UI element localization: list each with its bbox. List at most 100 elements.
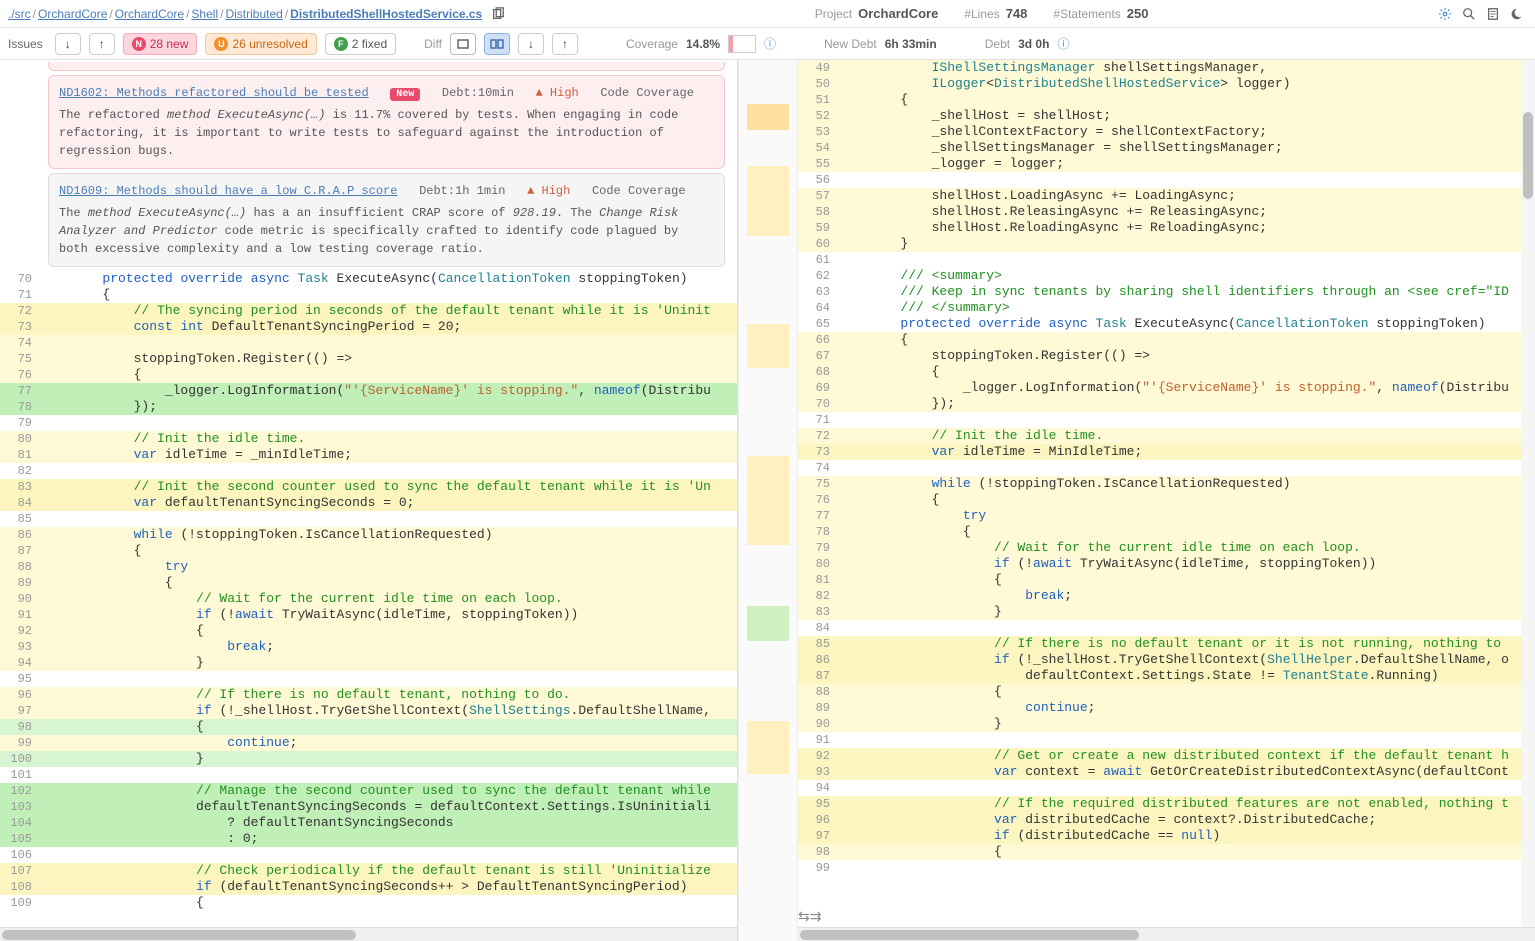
breadcrumb-part[interactable]: ./src <box>8 7 31 21</box>
code-line[interactable]: 93 var context = await GetOrCreateDistri… <box>798 764 1535 780</box>
code-line[interactable]: 89 { <box>0 575 737 591</box>
code-line[interactable]: 58 shellHost.ReleasingAsync += Releasing… <box>798 204 1535 220</box>
code-line[interactable]: 88 try <box>0 559 737 575</box>
code-line[interactable]: 86 while (!stoppingToken.IsCancellationR… <box>0 527 737 543</box>
code-line[interactable]: 94 } <box>0 655 737 671</box>
issues-down-button[interactable]: ↓ <box>55 33 81 55</box>
code-line[interactable]: 79 // Wait for the current idle time on … <box>798 540 1535 556</box>
code-line[interactable]: 85 // If there is no default tenant or i… <box>798 636 1535 652</box>
code-line[interactable]: 89 continue; <box>798 700 1535 716</box>
code-line[interactable]: 80 // Init the idle time. <box>0 431 737 447</box>
code-line[interactable]: 96 var distributedCache = context?.Distr… <box>798 812 1535 828</box>
code-line[interactable]: 84 <box>798 620 1535 636</box>
code-line[interactable]: 94 <box>798 780 1535 796</box>
right-horizontal-scrollbar[interactable] <box>798 927 1535 941</box>
breadcrumb-part[interactable]: OrchardCore <box>38 7 107 21</box>
code-line[interactable]: 59 shellHost.ReloadingAsync += Reloading… <box>798 220 1535 236</box>
code-line[interactable]: 106 <box>0 847 737 863</box>
issues-up-button[interactable]: ↑ <box>89 33 115 55</box>
settings-icon[interactable] <box>1435 4 1455 24</box>
right-vertical-scrollbar[interactable] <box>1521 60 1535 927</box>
code-line[interactable]: 81 { <box>798 572 1535 588</box>
breadcrumb-part[interactable]: OrchardCore <box>115 7 184 21</box>
code-line[interactable]: 78 { <box>798 524 1535 540</box>
code-line[interactable]: 63 /// Keep in sync tenants by sharing s… <box>798 284 1535 300</box>
code-line[interactable]: 109 { <box>0 895 737 911</box>
code-line[interactable]: 107 // Check periodically if the default… <box>0 863 737 879</box>
code-line[interactable]: 57 shellHost.LoadingAsync += LoadingAsyn… <box>798 188 1535 204</box>
code-line[interactable]: 55 _logger = logger; <box>798 156 1535 172</box>
code-line[interactable]: 50 ILogger<DistributedShellHostedService… <box>798 76 1535 92</box>
code-line[interactable]: 72 // Init the idle time. <box>798 428 1535 444</box>
code-line[interactable]: 95 <box>0 671 737 687</box>
code-line[interactable]: 84 var defaultTenantSyncingSeconds = 0; <box>0 495 737 511</box>
code-line[interactable]: 95 // If the required distributed featur… <box>798 796 1535 812</box>
code-line[interactable]: 71 { <box>0 287 737 303</box>
code-line[interactable]: 64 /// </summary> <box>798 300 1535 316</box>
issue-card[interactable]: ND1609: Methods should have a low C.R.A.… <box>48 173 725 267</box>
code-line[interactable]: 98 { <box>798 844 1535 860</box>
issue-card[interactable] <box>48 62 725 71</box>
code-line[interactable]: 100 } <box>0 751 737 767</box>
code-line[interactable]: 82 <box>0 463 737 479</box>
code-line[interactable]: 92 // Get or create a new distributed co… <box>798 748 1535 764</box>
code-line[interactable]: 101 <box>0 767 737 783</box>
code-line[interactable]: 66 { <box>798 332 1535 348</box>
code-line[interactable]: 52 _shellHost = shellHost; <box>798 108 1535 124</box>
code-line[interactable]: 83 } <box>798 604 1535 620</box>
code-line[interactable]: 71 <box>798 412 1535 428</box>
issue-title-link[interactable]: ND1602: Methods refactored should be tes… <box>59 86 369 100</box>
code-line[interactable]: 108 if (defaultTenantSyncingSeconds++ > … <box>0 879 737 895</box>
code-line[interactable]: 90 } <box>798 716 1535 732</box>
diff-down-button[interactable]: ↓ <box>518 33 544 55</box>
debt-info-icon[interactable]: ⓘ <box>1057 35 1069 52</box>
code-line[interactable]: 93 break; <box>0 639 737 655</box>
code-line[interactable]: 56 <box>798 172 1535 188</box>
code-line[interactable]: 61 <box>798 252 1535 268</box>
code-line[interactable]: 81 var idleTime = _minIdleTime; <box>0 447 737 463</box>
code-line[interactable]: 82 break; <box>798 588 1535 604</box>
code-line[interactable]: 88 { <box>798 684 1535 700</box>
code-line[interactable]: 92 { <box>0 623 737 639</box>
breadcrumb-current[interactable]: DistributedShellHostedService.cs <box>290 7 482 21</box>
code-line[interactable]: 76 { <box>798 492 1535 508</box>
code-line[interactable]: 75 while (!stoppingToken.IsCancellationR… <box>798 476 1535 492</box>
code-line[interactable]: 99 continue; <box>0 735 737 751</box>
right-code-area[interactable]: 49 IShellSettingsManager shellSettingsMa… <box>798 60 1535 927</box>
code-line[interactable]: 51 { <box>798 92 1535 108</box>
code-line[interactable]: 65 protected override async Task Execute… <box>798 316 1535 332</box>
code-line[interactable]: 74 <box>798 460 1535 476</box>
code-line[interactable]: 78 }); <box>0 399 737 415</box>
code-line[interactable]: 96 // If there is no default tenant, not… <box>0 687 737 703</box>
code-line[interactable]: 90 // Wait for the current idle time on … <box>0 591 737 607</box>
copy-path-icon[interactable] <box>488 4 508 24</box>
code-line[interactable]: 97 if (!_shellHost.TryGetShellContext(Sh… <box>0 703 737 719</box>
sync-scroll-icons[interactable]: ⇆⇉ <box>798 908 821 925</box>
left-code-area[interactable]: ND1602: Methods refactored should be tes… <box>0 60 737 927</box>
code-line[interactable]: 102 // Manage the second counter used to… <box>0 783 737 799</box>
left-horizontal-scrollbar[interactable] <box>0 927 737 941</box>
code-line[interactable]: 83 // Init the second counter used to sy… <box>0 479 737 495</box>
code-line[interactable]: 74 <box>0 335 737 351</box>
diff-up-button[interactable]: ↑ <box>552 33 578 55</box>
code-line[interactable]: 72 // The syncing period in seconds of t… <box>0 303 737 319</box>
code-line[interactable]: 60 } <box>798 236 1535 252</box>
coverage-info-icon[interactable]: ⓘ <box>764 35 776 52</box>
new-issues-badge[interactable]: N28 new <box>123 33 198 55</box>
code-line[interactable]: 105 : 0; <box>0 831 737 847</box>
code-line[interactable]: 62 /// <summary> <box>798 268 1535 284</box>
code-line[interactable]: 103 defaultTenantSyncingSeconds = defaul… <box>0 799 737 815</box>
code-line[interactable]: 54 _shellSettingsManager = shellSettings… <box>798 140 1535 156</box>
code-line[interactable]: 77 _logger.LogInformation("'{ServiceName… <box>0 383 737 399</box>
code-line[interactable]: 99 <box>798 860 1535 876</box>
code-line[interactable]: 77 try <box>798 508 1535 524</box>
code-line[interactable]: 49 IShellSettingsManager shellSettingsMa… <box>798 60 1535 76</box>
code-line[interactable]: 98 { <box>0 719 737 735</box>
breadcrumb-part[interactable]: Shell <box>191 7 218 21</box>
code-line[interactable]: 73 var idleTime = MinIdleTime; <box>798 444 1535 460</box>
diff-single-button[interactable] <box>450 33 476 55</box>
unresolved-issues-badge[interactable]: U26 unresolved <box>205 33 316 55</box>
code-line[interactable]: 91 <box>798 732 1535 748</box>
code-line[interactable]: 69 _logger.LogInformation("'{ServiceName… <box>798 380 1535 396</box>
issue-card[interactable]: ND1602: Methods refactored should be tes… <box>48 75 725 169</box>
